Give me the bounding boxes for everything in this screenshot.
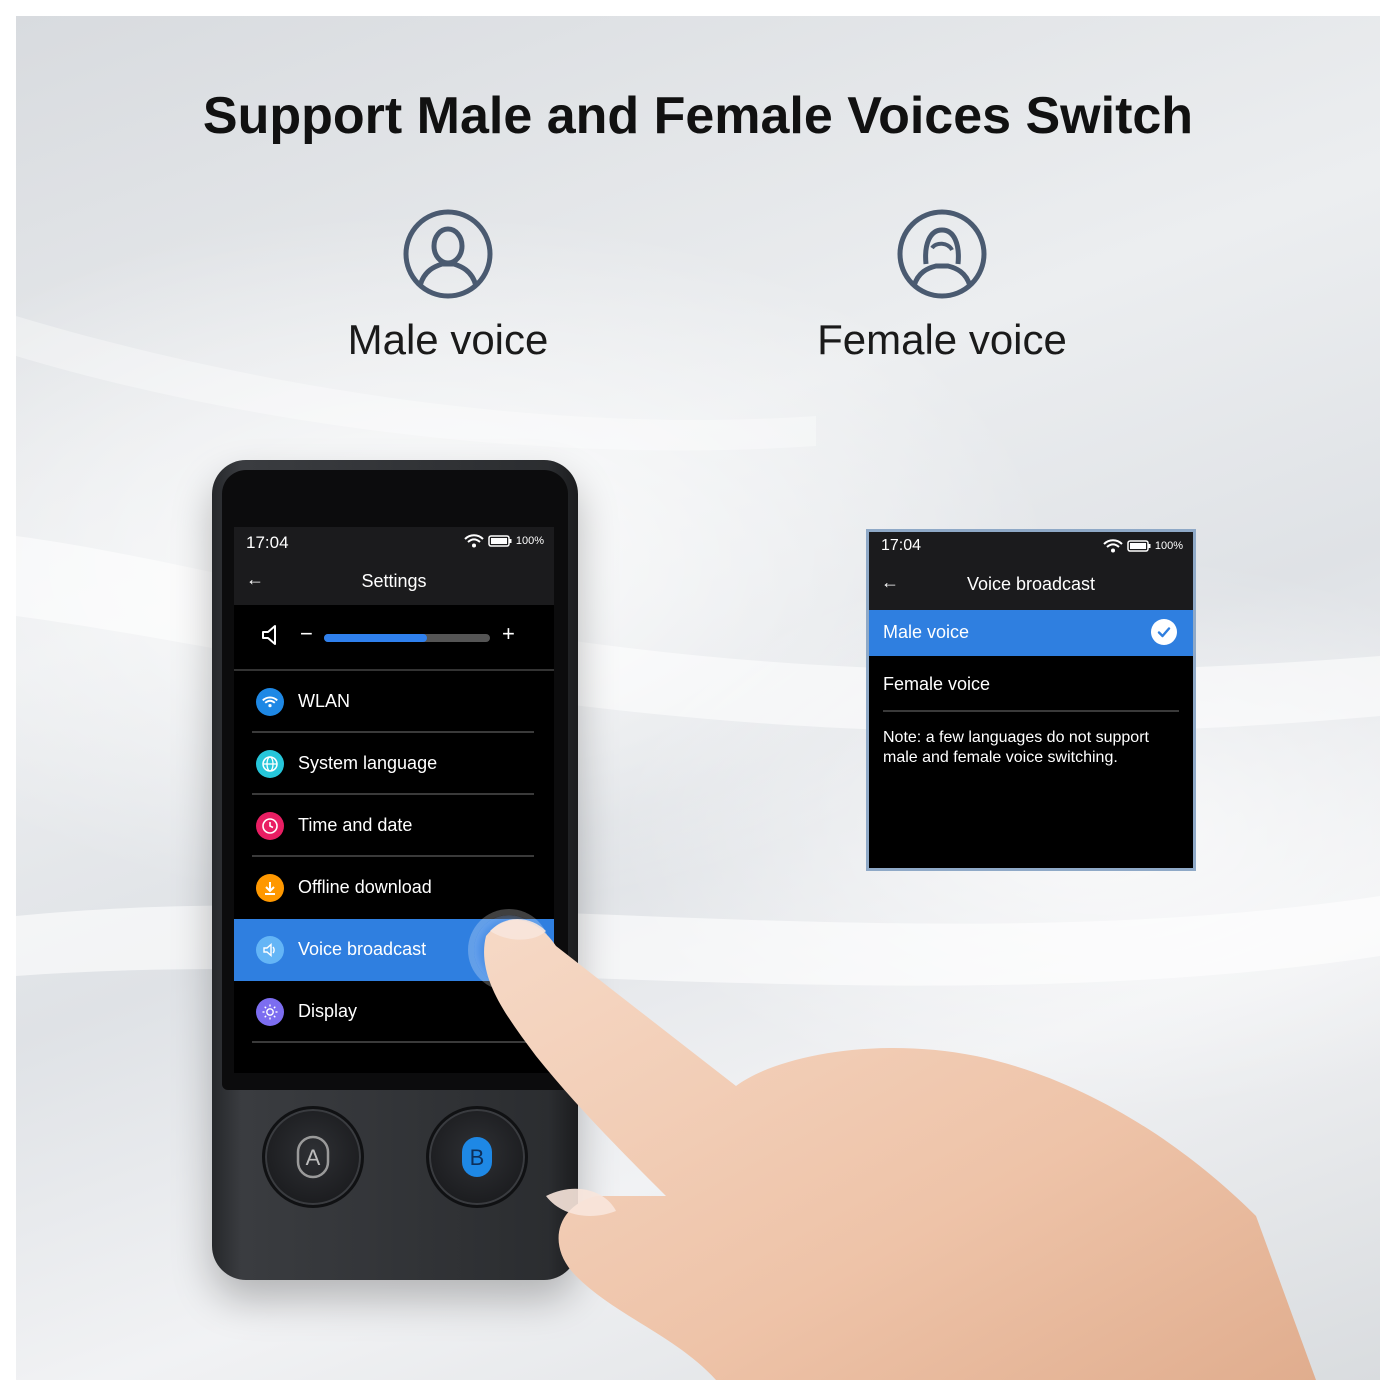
voice-broadcast-title: Voice broadcast: [966, 574, 1096, 594]
female-user-icon: [897, 209, 987, 299]
female-voice-label: Female voice: [817, 316, 1067, 363]
menu-item-label: Voice broadcast: [298, 939, 427, 959]
menu-item-voice-broadcast[interactable]: Voice broadcast: [234, 915, 554, 985]
menu-item-system-language[interactable]: System language: [234, 733, 554, 795]
device-screen: 17:04 100% ← Settings − + WLAN System la…: [234, 527, 554, 1073]
divider: [252, 1041, 534, 1043]
status-bar: 17:04 100%: [234, 527, 554, 557]
button-b[interactable]: B: [426, 1106, 528, 1208]
battery-icon: [488, 535, 512, 547]
volume-slider-fill: [324, 634, 427, 642]
status-time: 17:04: [246, 533, 289, 552]
battery-percent: 100%: [1154, 540, 1183, 552]
checkmark-icon: [1151, 619, 1177, 645]
menu-item-label: Offline download: [298, 877, 432, 897]
globe-icon: [256, 750, 284, 778]
button-b-icon: B: [462, 1137, 492, 1177]
wifi-icon: [1103, 539, 1123, 553]
page-title: Support Male and Female Voices Switch: [202, 87, 1194, 145]
status-time: 17:04: [881, 537, 922, 554]
female-voice-feature: Female voice: [792, 208, 1092, 364]
option-female-voice[interactable]: Female voice: [869, 656, 1193, 712]
voice-broadcast-navbar: ← Voice broadcast: [869, 560, 1193, 610]
battery-percent: 100%: [515, 535, 544, 547]
status-icons: 100%: [464, 534, 544, 548]
svg-text:A: A: [306, 1145, 321, 1170]
button-a-icon: A: [296, 1135, 330, 1179]
speaker-icon: [262, 625, 276, 645]
brightness-icon: [256, 998, 284, 1026]
male-voice-label: Male voice: [347, 316, 549, 363]
wifi-icon: [256, 688, 284, 716]
touch-indicator: [474, 915, 544, 985]
volume-slider[interactable]: [324, 634, 490, 642]
menu-item-label: WLAN: [298, 691, 351, 711]
voice-broadcast-panel: 17:04 100% ← Voice broadcast Male voice …: [866, 529, 1196, 871]
volume-up-button[interactable]: +: [502, 621, 515, 647]
menu-item-offline-download[interactable]: Offline download: [234, 857, 554, 919]
menu-item-wlan[interactable]: WLAN: [234, 671, 554, 733]
male-voice-feature: Male voice: [298, 208, 598, 364]
menu-item-label: Time and date: [298, 815, 413, 835]
promo-frame: Support Male and Female Voices Switch Ma…: [16, 16, 1380, 1380]
divider: [883, 710, 1179, 712]
menu-item-display[interactable]: Display: [234, 981, 554, 1043]
download-icon: [256, 874, 284, 902]
volume-control: − +: [234, 605, 554, 671]
option-label: Female voice: [883, 674, 991, 694]
battery-icon: [1127, 540, 1151, 552]
clock-icon: [256, 812, 284, 840]
male-user-icon: [403, 209, 493, 299]
option-male-voice[interactable]: Male voice: [869, 610, 1193, 656]
volume-down-button[interactable]: −: [300, 621, 313, 647]
svg-text:B: B: [470, 1145, 485, 1170]
option-label: Male voice: [883, 622, 970, 642]
voice-note: Note: a few languages do not support mal…: [883, 729, 1149, 766]
speaker-icon: [256, 936, 284, 964]
button-a[interactable]: A: [262, 1106, 364, 1208]
status-bar: 17:04 100%: [869, 532, 1193, 560]
wifi-icon: [464, 534, 484, 548]
settings-navbar: ← Settings: [234, 557, 554, 605]
menu-item-time-and-date[interactable]: Time and date: [234, 795, 554, 857]
menu-item-label: Display: [298, 1001, 358, 1021]
settings-title: Settings: [361, 571, 427, 591]
status-icons: 100%: [1103, 539, 1183, 553]
menu-item-label: System language: [298, 753, 438, 773]
